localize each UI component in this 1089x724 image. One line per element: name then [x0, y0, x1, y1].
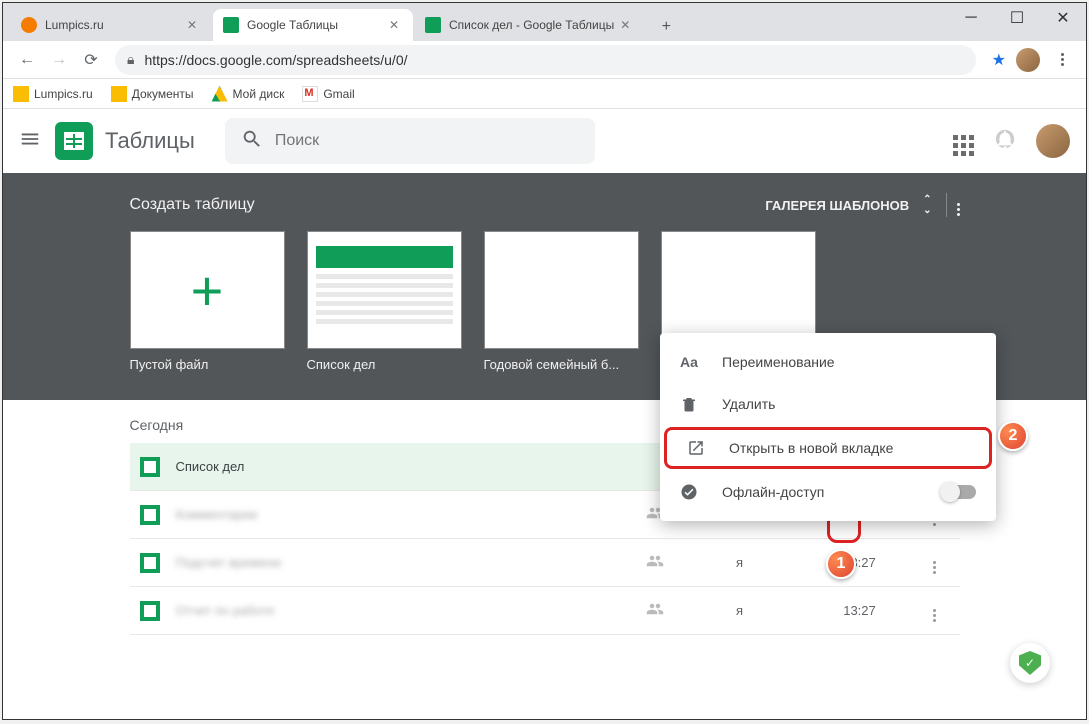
drive-icon	[212, 86, 228, 102]
bookmark-star-icon[interactable]: ★	[992, 50, 1006, 70]
app-title: Таблицы	[105, 128, 195, 154]
lock-icon: 🔒︎	[127, 51, 134, 68]
sheets-file-icon	[140, 553, 160, 573]
folder-icon	[111, 86, 127, 102]
url-field[interactable]: 🔒︎ https://docs.google.com/spreadsheets/…	[115, 45, 976, 75]
bookmark-lumpics[interactable]: Lumpics.ru	[13, 86, 93, 102]
open-new-tab-icon	[687, 439, 709, 457]
close-tab-icon[interactable]: ✕	[187, 18, 201, 32]
notifications-button[interactable]	[994, 128, 1016, 155]
bookmark-gmail[interactable]: M Gmail	[302, 86, 354, 102]
app-header: Таблицы	[3, 109, 1086, 173]
sheets-file-icon	[140, 601, 160, 621]
file-time: 13:27	[800, 555, 920, 570]
text-icon: Aa	[680, 354, 702, 370]
search-icon	[241, 128, 263, 155]
menu-label: Переименование	[722, 354, 835, 370]
file-owner: я	[680, 555, 800, 570]
favicon-icon	[425, 17, 441, 33]
bookmark-drive[interactable]: Мой диск	[212, 86, 285, 102]
minimize-button[interactable]: ─	[948, 3, 994, 33]
profile-avatar-small[interactable]	[1016, 48, 1040, 72]
tab-title: Google Таблицы	[247, 18, 383, 32]
new-tab-button[interactable]: +	[652, 13, 680, 41]
forward-button[interactable]: →	[43, 44, 75, 76]
browser-tab-todo[interactable]: Список дел - Google Таблицы ✕	[415, 9, 644, 41]
apps-grid-button[interactable]	[953, 127, 974, 156]
menu-rename[interactable]: Aa Переименование	[660, 341, 996, 383]
favicon-icon	[21, 17, 37, 33]
menu-label: Офлайн-доступ	[722, 484, 824, 500]
main-menu-button[interactable]	[19, 128, 41, 155]
file-time: 13:27	[800, 603, 920, 618]
template-budget[interactable]: Годовой семейный б...	[484, 231, 639, 372]
back-button[interactable]: ←	[11, 44, 43, 76]
folder-icon	[13, 86, 29, 102]
file-row[interactable]: Отчет по работе я13:27	[130, 587, 960, 635]
gallery-expand-button[interactable]: ⌃⌄	[923, 194, 931, 216]
search-input[interactable]	[275, 132, 579, 150]
bookmark-label: Lumpics.ru	[34, 87, 93, 101]
search-box[interactable]	[225, 118, 595, 164]
annotation-badge-2: 2	[998, 421, 1028, 451]
gmail-icon: M	[302, 86, 318, 102]
section-title: Сегодня	[130, 417, 680, 433]
address-bar: ← → ⟳ 🔒︎ https://docs.google.com/spreads…	[3, 41, 1086, 79]
template-todo[interactable]: Список дел	[307, 231, 462, 372]
close-tab-icon[interactable]: ✕	[620, 18, 634, 32]
browser-menu-button[interactable]	[1046, 44, 1078, 76]
menu-offline[interactable]: Офлайн-доступ	[660, 471, 996, 513]
file-name: Отчет по работе	[176, 603, 646, 618]
close-tab-icon[interactable]: ✕	[389, 18, 403, 32]
template-blank[interactable]: + Пустой файл	[130, 231, 285, 372]
menu-label: Открыть в новой вкладке	[729, 440, 893, 456]
bookmark-label: Документы	[132, 87, 194, 101]
maximize-button[interactable]: ☐	[994, 3, 1040, 33]
offline-icon	[680, 483, 702, 501]
template-label: Пустой файл	[130, 357, 285, 372]
gallery-more-button[interactable]	[957, 194, 960, 216]
menu-open-new-tab[interactable]: Открыть в новой вкладке	[664, 427, 992, 469]
plus-icon: +	[191, 258, 224, 323]
bookmark-documents[interactable]: Документы	[111, 86, 194, 102]
context-menu: Aa Переименование Удалить Открыть в ново…	[660, 333, 996, 521]
shared-icon	[646, 600, 664, 621]
file-name: Подсчет времени	[176, 555, 646, 570]
file-name: Комментарии	[176, 507, 646, 522]
bookmark-label: Мой диск	[233, 87, 285, 101]
file-owner: я	[680, 603, 800, 618]
bookmark-label: Gmail	[323, 87, 354, 101]
bookmarks-bar: Lumpics.ru Документы Мой диск M Gmail	[3, 79, 1086, 109]
sheets-file-icon	[140, 505, 160, 525]
file-name: Список дел	[176, 459, 680, 474]
template-label: Список дел	[307, 357, 462, 372]
offline-toggle[interactable]	[942, 485, 976, 499]
tab-title: Lumpics.ru	[45, 18, 181, 32]
browser-tabs-bar: Lumpics.ru ✕ Google Таблицы ✕ Список дел…	[3, 3, 1086, 41]
close-button[interactable]: ✕	[1040, 3, 1086, 33]
sheets-logo-icon	[55, 122, 93, 160]
shared-icon	[646, 552, 664, 573]
trash-icon	[680, 395, 702, 413]
safety-badge[interactable]: ✓	[1010, 643, 1050, 683]
menu-delete[interactable]: Удалить	[660, 383, 996, 425]
gallery-title: Создать таблицу	[130, 196, 255, 214]
file-more-button[interactable]	[920, 600, 950, 622]
browser-tab-lumpics[interactable]: Lumpics.ru ✕	[11, 9, 211, 41]
tab-title: Список дел - Google Таблицы	[449, 18, 614, 32]
browser-tab-sheets[interactable]: Google Таблицы ✕	[213, 9, 413, 41]
divider	[946, 193, 947, 217]
gallery-toggle-label[interactable]: ГАЛЕРЕЯ ШАБЛОНОВ	[765, 198, 909, 213]
template-label: Годовой семейный б...	[484, 357, 639, 372]
file-more-button[interactable]	[920, 552, 950, 574]
annotation-badge-1: 1	[826, 549, 856, 579]
reload-button[interactable]: ⟳	[75, 44, 107, 76]
menu-label: Удалить	[722, 396, 775, 412]
url-text: https://docs.google.com/spreadsheets/u/0…	[144, 52, 407, 68]
favicon-icon	[223, 17, 239, 33]
sheets-file-icon	[140, 457, 160, 477]
profile-avatar[interactable]	[1036, 124, 1070, 158]
shield-icon: ✓	[1019, 651, 1041, 675]
